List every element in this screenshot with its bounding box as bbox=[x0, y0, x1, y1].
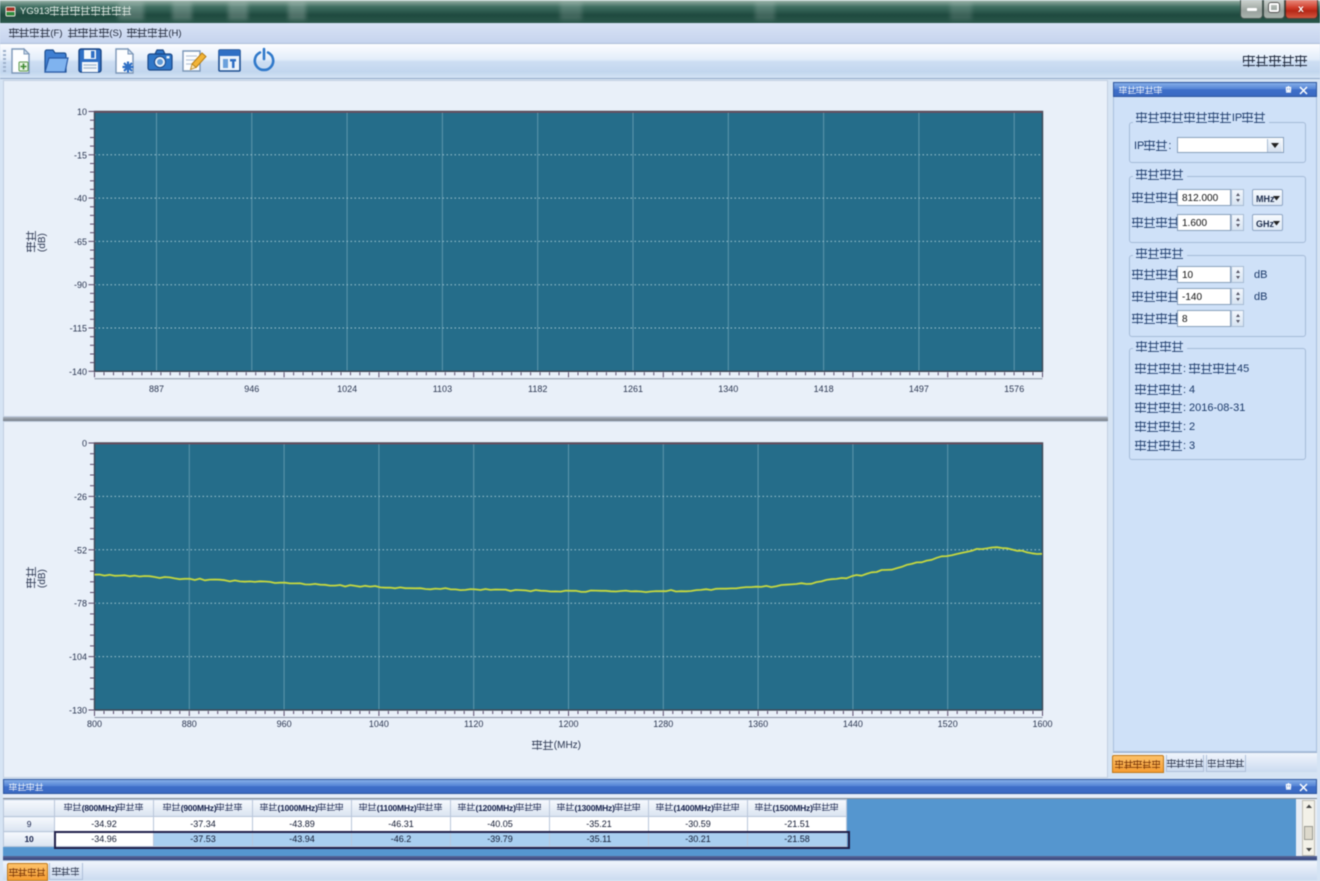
svg-text:880: 880 bbox=[182, 719, 197, 729]
svg-text:-15: -15 bbox=[74, 150, 87, 160]
svg-text:0: 0 bbox=[82, 439, 87, 449]
svg-text:1200: 1200 bbox=[558, 719, 578, 729]
svg-text:1340: 1340 bbox=[718, 384, 738, 394]
svg-text:1280: 1280 bbox=[653, 719, 673, 729]
svg-text:1040: 1040 bbox=[369, 719, 389, 729]
svg-text:-78: -78 bbox=[74, 599, 87, 609]
svg-text:-40: -40 bbox=[74, 194, 87, 204]
svg-text:1024: 1024 bbox=[337, 384, 357, 394]
svg-text:1182: 1182 bbox=[528, 384, 547, 394]
svg-text:1360: 1360 bbox=[748, 719, 768, 729]
svg-text:1418: 1418 bbox=[814, 384, 834, 394]
svg-text:-90: -90 bbox=[74, 280, 87, 290]
svg-text:-26: -26 bbox=[74, 492, 87, 502]
svg-text:1497: 1497 bbox=[909, 384, 929, 394]
svg-text:-130: -130 bbox=[69, 706, 87, 716]
svg-text:-65: -65 bbox=[74, 237, 87, 247]
svg-text:946: 946 bbox=[244, 384, 259, 394]
svg-text:1261: 1261 bbox=[623, 384, 643, 394]
svg-text:887: 887 bbox=[149, 384, 164, 394]
svg-text:1576: 1576 bbox=[1004, 384, 1024, 394]
svg-text:10: 10 bbox=[77, 107, 87, 117]
svg-text:-104: -104 bbox=[69, 652, 87, 662]
svg-text:960: 960 bbox=[277, 719, 292, 729]
svg-text:1520: 1520 bbox=[938, 719, 958, 729]
svg-text:1440: 1440 bbox=[843, 719, 863, 729]
svg-text:1600: 1600 bbox=[1032, 719, 1052, 729]
svg-text:1103: 1103 bbox=[433, 384, 452, 394]
svg-text:-115: -115 bbox=[70, 324, 87, 334]
svg-text:800: 800 bbox=[87, 719, 102, 729]
svg-text:-140: -140 bbox=[69, 367, 87, 377]
svg-text:-52: -52 bbox=[74, 545, 87, 555]
svg-text:1120: 1120 bbox=[464, 719, 483, 729]
